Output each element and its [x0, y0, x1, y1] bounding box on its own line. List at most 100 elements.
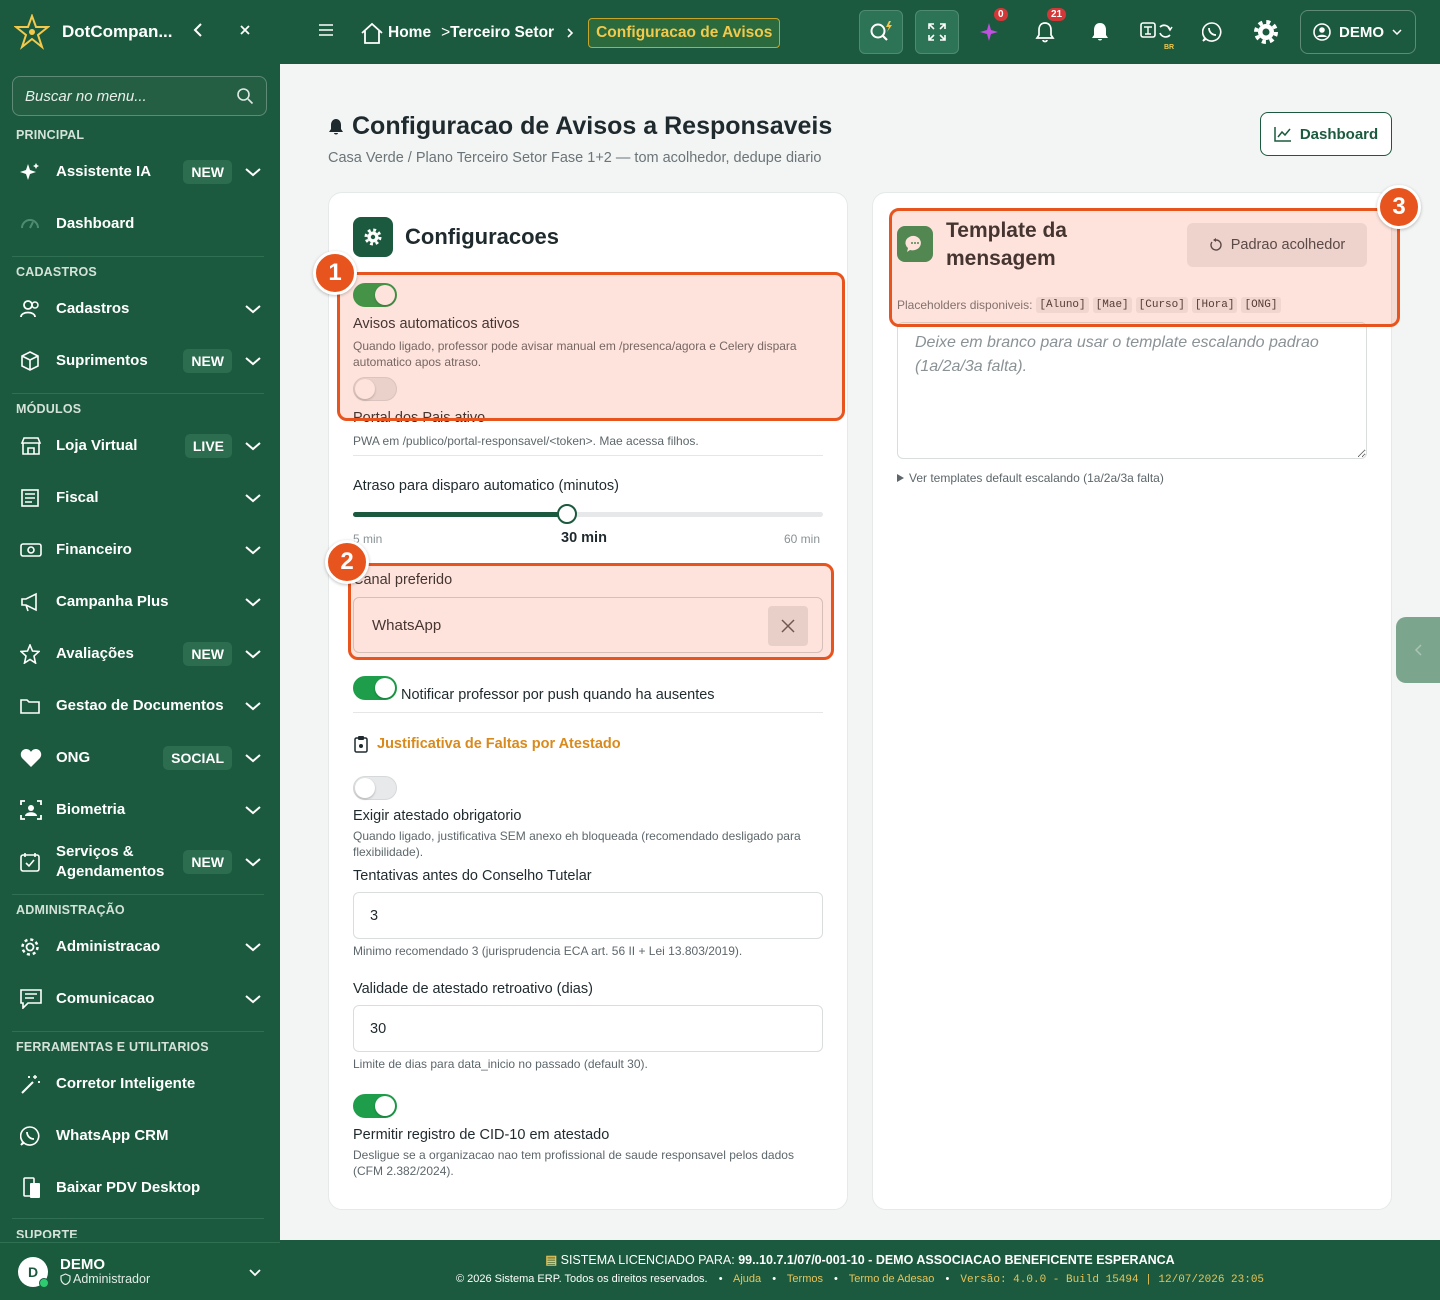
divider	[12, 1218, 264, 1219]
license-label: SISTEMA LICENCIADO PARA:	[560, 1253, 735, 1267]
chevron-down-icon[interactable]	[249, 1269, 261, 1277]
template-textarea[interactable]	[897, 322, 1367, 459]
delay-slider-handle[interactable]	[556, 504, 577, 524]
sidebar-item-assistente-ia[interactable]: Assistente IA NEW	[16, 150, 264, 194]
tentativas-help: Minimo recomendado 3 (jurisprudencia ECA…	[353, 944, 743, 958]
require-certificate-label: Exigir atestado obrigatorio	[353, 808, 522, 824]
user-name: DEMO	[60, 1255, 105, 1273]
sidebar-item-suprimentos[interactable]: Suprimentos NEW	[16, 339, 264, 383]
sidebar-item-campanha-plus[interactable]: Campanha Plus	[16, 580, 264, 624]
sidebar-item-administracao[interactable]: Administracao	[16, 925, 264, 969]
sidebar-item-label: Suprimentos	[56, 352, 148, 369]
tentativas-input[interactable]	[353, 892, 823, 939]
user-role-label: Administrador	[73, 1271, 151, 1286]
user-menu[interactable]: D DEMO Administrador	[0, 1242, 280, 1300]
chevron-down-icon	[1392, 29, 1402, 35]
search-icon[interactable]	[236, 87, 254, 105]
fullscreen-button[interactable]	[915, 10, 959, 54]
validade-input[interactable]	[353, 1005, 823, 1052]
delay-max-label: 60 min	[784, 532, 821, 546]
sidebar-item-label: Avaliações	[56, 645, 134, 662]
chevron-left-icon	[1414, 644, 1422, 656]
sidebar-item-label: WhatsApp CRM	[56, 1127, 169, 1144]
cid10-toggle[interactable]	[353, 1094, 397, 1118]
bell-icon	[329, 118, 343, 134]
brand: DotCompan...	[0, 0, 280, 64]
collapse-sidebar-icon[interactable]	[192, 22, 204, 38]
breadcrumb-section[interactable]: Terceiro Setor	[450, 24, 554, 42]
divider	[12, 256, 264, 257]
footer-link-termos[interactable]: Termos	[787, 1273, 823, 1285]
section-principal: PRINCIPAL	[16, 128, 85, 142]
sidebar-item-label: Administracao	[56, 938, 161, 955]
divider	[12, 1031, 264, 1032]
settings-button[interactable]	[1244, 10, 1288, 54]
clipboard-icon	[354, 736, 368, 753]
star-logo-icon	[14, 14, 50, 50]
sidebar-item-label: ONG	[56, 749, 91, 766]
sidebar-item-label: Comunicacao	[56, 990, 155, 1007]
require-certificate-toggle[interactable]	[353, 776, 397, 800]
footer-links-line: © 2026 Sistema ERP. Todos os direitos re…	[280, 1273, 1440, 1286]
sidebar-item-biometria[interactable]: Biometria	[16, 788, 264, 832]
side-panel-tab[interactable]	[1396, 617, 1440, 683]
hamburger-icon[interactable]	[318, 22, 334, 38]
delay-slider[interactable]	[353, 504, 823, 524]
gear-icon	[1254, 20, 1278, 44]
sidebar-item-corretor-inteligente[interactable]: Corretor Inteligente	[16, 1062, 264, 1106]
sidebar-item-avaliacoes[interactable]: Avaliações NEW	[16, 632, 264, 676]
sidebar-item-loja-virtual[interactable]: Loja Virtual LIVE	[16, 424, 264, 468]
default-templates-label: Ver templates default escalando (1a/2a/3…	[909, 471, 1164, 485]
push-notify-label: Notificar professor por push quando ha a…	[401, 687, 715, 703]
ai-search-button[interactable]	[859, 10, 903, 54]
validade-help: Limite de dias para data_inicio no passa…	[353, 1057, 648, 1071]
sidebar-item-label: Fiscal	[56, 489, 99, 506]
highlight-box-1	[337, 272, 845, 421]
section-ferramentas: FERRAMENTAS E UTILITARIOS	[16, 1040, 209, 1054]
brand-name: DotCompan...	[62, 22, 173, 41]
sidebar-item-whatsapp-crm[interactable]: WhatsApp CRM	[16, 1114, 264, 1158]
menu-search[interactable]	[12, 76, 267, 116]
bell-icon	[1092, 23, 1108, 41]
whatsapp-icon	[1202, 22, 1222, 42]
home-icon[interactable]	[360, 21, 384, 45]
magic-wand-icon	[16, 1074, 48, 1094]
default-templates-disclosure[interactable]: Ver templates default escalando (1a/2a/3…	[897, 471, 1164, 485]
folder-icon	[16, 697, 48, 715]
separator: •	[772, 1273, 777, 1285]
chevron-down-icon	[244, 994, 264, 1004]
delay-value: 30 min	[561, 530, 607, 546]
whatsapp-button[interactable]	[1190, 10, 1234, 54]
sidebar-item-baixar-pdv[interactable]: Baixar PDV Desktop	[16, 1166, 264, 1210]
sidebar-item-financeiro[interactable]: Financeiro	[16, 528, 264, 572]
chevron-down-icon	[244, 356, 264, 366]
alerts-button[interactable]	[1078, 10, 1122, 54]
sidebar-item-ong[interactable]: ONG SOCIAL	[16, 736, 264, 780]
push-notify-toggle[interactable]	[353, 676, 397, 700]
footer-link-termo-adesao[interactable]: Termo de Adesao	[849, 1273, 935, 1285]
sidebar-item-gestao-documentos[interactable]: Gestao de Documentos	[16, 684, 264, 728]
menu-search-input[interactable]	[25, 87, 236, 105]
sidebar-item-fiscal[interactable]: Fiscal	[16, 476, 264, 520]
highlight-box-2	[348, 563, 834, 660]
sidebar-item-label: Baixar PDV Desktop	[56, 1179, 201, 1196]
section-modulos: MÓDULOS	[16, 402, 82, 416]
sidebar-item-label: Loja Virtual	[56, 437, 138, 454]
whatsapp-icon	[16, 1126, 48, 1146]
breadcrumb-home[interactable]: Home	[388, 24, 431, 42]
shield-icon	[60, 1272, 71, 1285]
user-dropdown[interactable]: DEMO	[1300, 10, 1416, 54]
sidebar-item-cadastros[interactable]: Cadastros	[16, 287, 264, 331]
footer-link-ajuda[interactable]: Ajuda	[733, 1273, 761, 1285]
dashboard-button[interactable]: Dashboard	[1260, 112, 1392, 156]
require-certificate-help: Quando ligado, justificativa SEM anexo e…	[353, 829, 801, 859]
gear-icon	[16, 937, 48, 957]
close-sidebar-icon[interactable]	[239, 22, 251, 38]
highlight-box-3	[889, 208, 1400, 327]
config-card-title: Configuracoes	[405, 224, 560, 249]
sidebar-item-dashboard[interactable]: Dashboard	[16, 202, 264, 246]
language-button[interactable]: BR	[1134, 10, 1178, 54]
sidebar-item-comunicacao[interactable]: Comunicacao	[16, 977, 264, 1021]
justificativa-title-text: Justificativa de Faltas por Atestado	[377, 736, 621, 752]
sidebar-item-servicos-agendamentos[interactable]: Serviços & Agendamentos NEW	[16, 840, 264, 884]
